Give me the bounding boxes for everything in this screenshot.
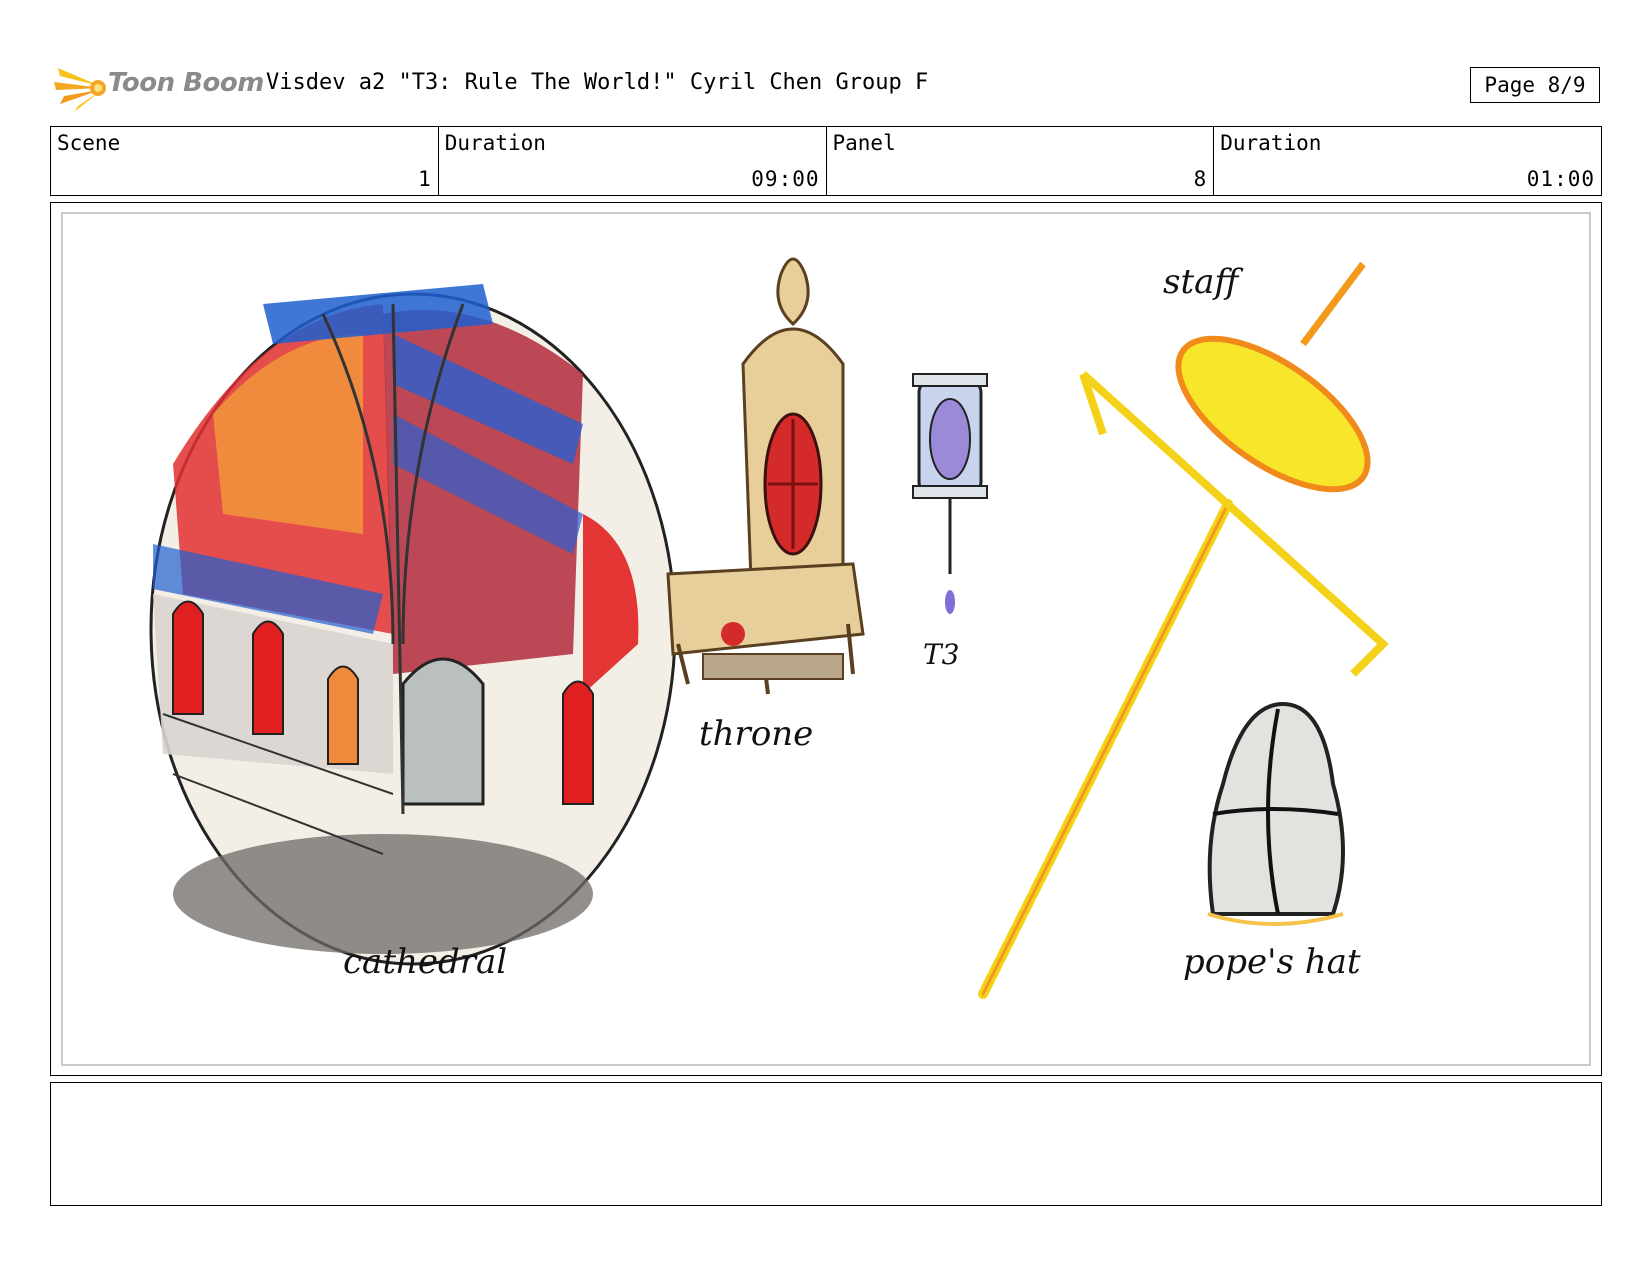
t3-capsule-sketch (912, 373, 988, 614)
panel-notes-area[interactable] (50, 1082, 1602, 1206)
scene-value: 1 (418, 167, 432, 191)
panel-value: 8 (1193, 167, 1208, 191)
panel-duration-value: 01:00 (1526, 167, 1595, 191)
throne-label: throne (699, 714, 814, 754)
cathedral-sketch (149, 284, 677, 966)
info-row: Scene 1 Duration 09:00 Panel 8 Duration … (50, 126, 1602, 196)
scene-cell: Scene 1 (51, 127, 439, 195)
popes-hat-label: pope's hat (1183, 942, 1361, 982)
concept-sketches (149, 257, 1389, 999)
throne-sketch (666, 257, 865, 695)
t3-label: T3 (923, 638, 960, 671)
page-indicator: Page 8/9 (1470, 67, 1600, 103)
storyboard-panel: cathedral throne T3 staff pope's hat (50, 202, 1602, 1076)
scene-label: Scene (57, 131, 121, 155)
panel-duration-cell: Duration 01:00 (1214, 127, 1601, 195)
scene-duration-value: 09:00 (751, 167, 820, 191)
cathedral-label: cathedral (343, 942, 508, 982)
scene-duration-label: Duration (444, 131, 546, 155)
toon-boom-logo: Toon Boom (54, 60, 264, 116)
scene-duration-cell: Duration 09:00 (439, 127, 827, 195)
panel-cell: Panel 8 (827, 127, 1215, 195)
document-title: Visdev a2 "T3: Rule The World!" Cyril Ch… (266, 70, 929, 95)
starburst-icon (54, 68, 106, 112)
panel-duration-label: Duration (1220, 131, 1322, 155)
popes-hat-sketch (1207, 701, 1345, 926)
panel-label: Panel (832, 131, 896, 155)
panel-artwork: cathedral throne T3 staff pope's hat (61, 212, 1591, 1066)
staff-label: staff (1163, 262, 1239, 302)
logo-text: Toon Boom (108, 68, 264, 98)
